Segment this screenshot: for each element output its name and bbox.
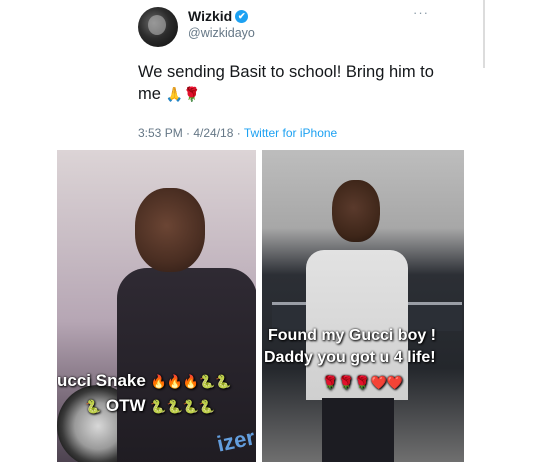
- more-options-icon[interactable]: ···: [413, 5, 429, 20]
- tweet-text: We sending Basit to school! Bring him to…: [138, 61, 438, 106]
- left-caption-text-2: OTW: [105, 396, 146, 415]
- left-caption-text-1: ucci Snake: [57, 371, 146, 390]
- verified-badge-icon: ✔: [235, 9, 249, 23]
- tweet-source-link[interactable]: Twitter for iPhone: [244, 126, 337, 140]
- left-caption-emojis-1: 🔥🔥🔥🐍🐍: [150, 375, 232, 390]
- right-caption-line2: Daddy you got u 4 life!: [264, 349, 436, 366]
- tweet-meta: 3:53 PM · 4/24/18 · Twitter for iPhone: [138, 126, 337, 140]
- tweet-emojis: 🙏🌹: [165, 87, 201, 103]
- avatar[interactable]: [138, 7, 178, 47]
- right-caption-emojis: 🌹🌹🌹❤️❤️: [322, 372, 403, 394]
- author-name-row[interactable]: Wizkid ✔: [188, 8, 249, 24]
- author-handle[interactable]: @wizkidayo: [188, 26, 255, 40]
- left-caption-line2: 🐍 OTW 🐍🐍🐍🐍: [85, 396, 215, 418]
- boy-head: [135, 188, 205, 272]
- tweet-card: Wizkid ✔ @wizkidayo ··· We sending Basit…: [123, 0, 443, 143]
- left-caption-prefix-emoji: 🐍: [85, 400, 102, 415]
- tweet-timestamp[interactable]: 3:53 PM · 4/24/18 ·: [138, 126, 244, 140]
- divider: [483, 0, 485, 68]
- boy-head: [332, 180, 380, 242]
- hearts-roses-emojis: 🌹🌹🌹❤️❤️: [322, 376, 403, 391]
- author-name[interactable]: Wizkid: [188, 8, 232, 24]
- right-photo[interactable]: Found my Gucci boy ! Daddy you got u 4 l…: [262, 150, 464, 462]
- left-photo[interactable]: ucci Snake 🔥🔥🔥🐍🐍 🐍 OTW 🐍🐍🐍🐍 izer: [57, 150, 256, 462]
- right-caption-line1: Found my Gucci boy !: [268, 327, 437, 344]
- boy-pants: [322, 398, 394, 462]
- left-caption-emojis-2: 🐍🐍🐍🐍: [150, 400, 216, 415]
- left-caption-line1: ucci Snake 🔥🔥🔥🐍🐍: [57, 371, 232, 393]
